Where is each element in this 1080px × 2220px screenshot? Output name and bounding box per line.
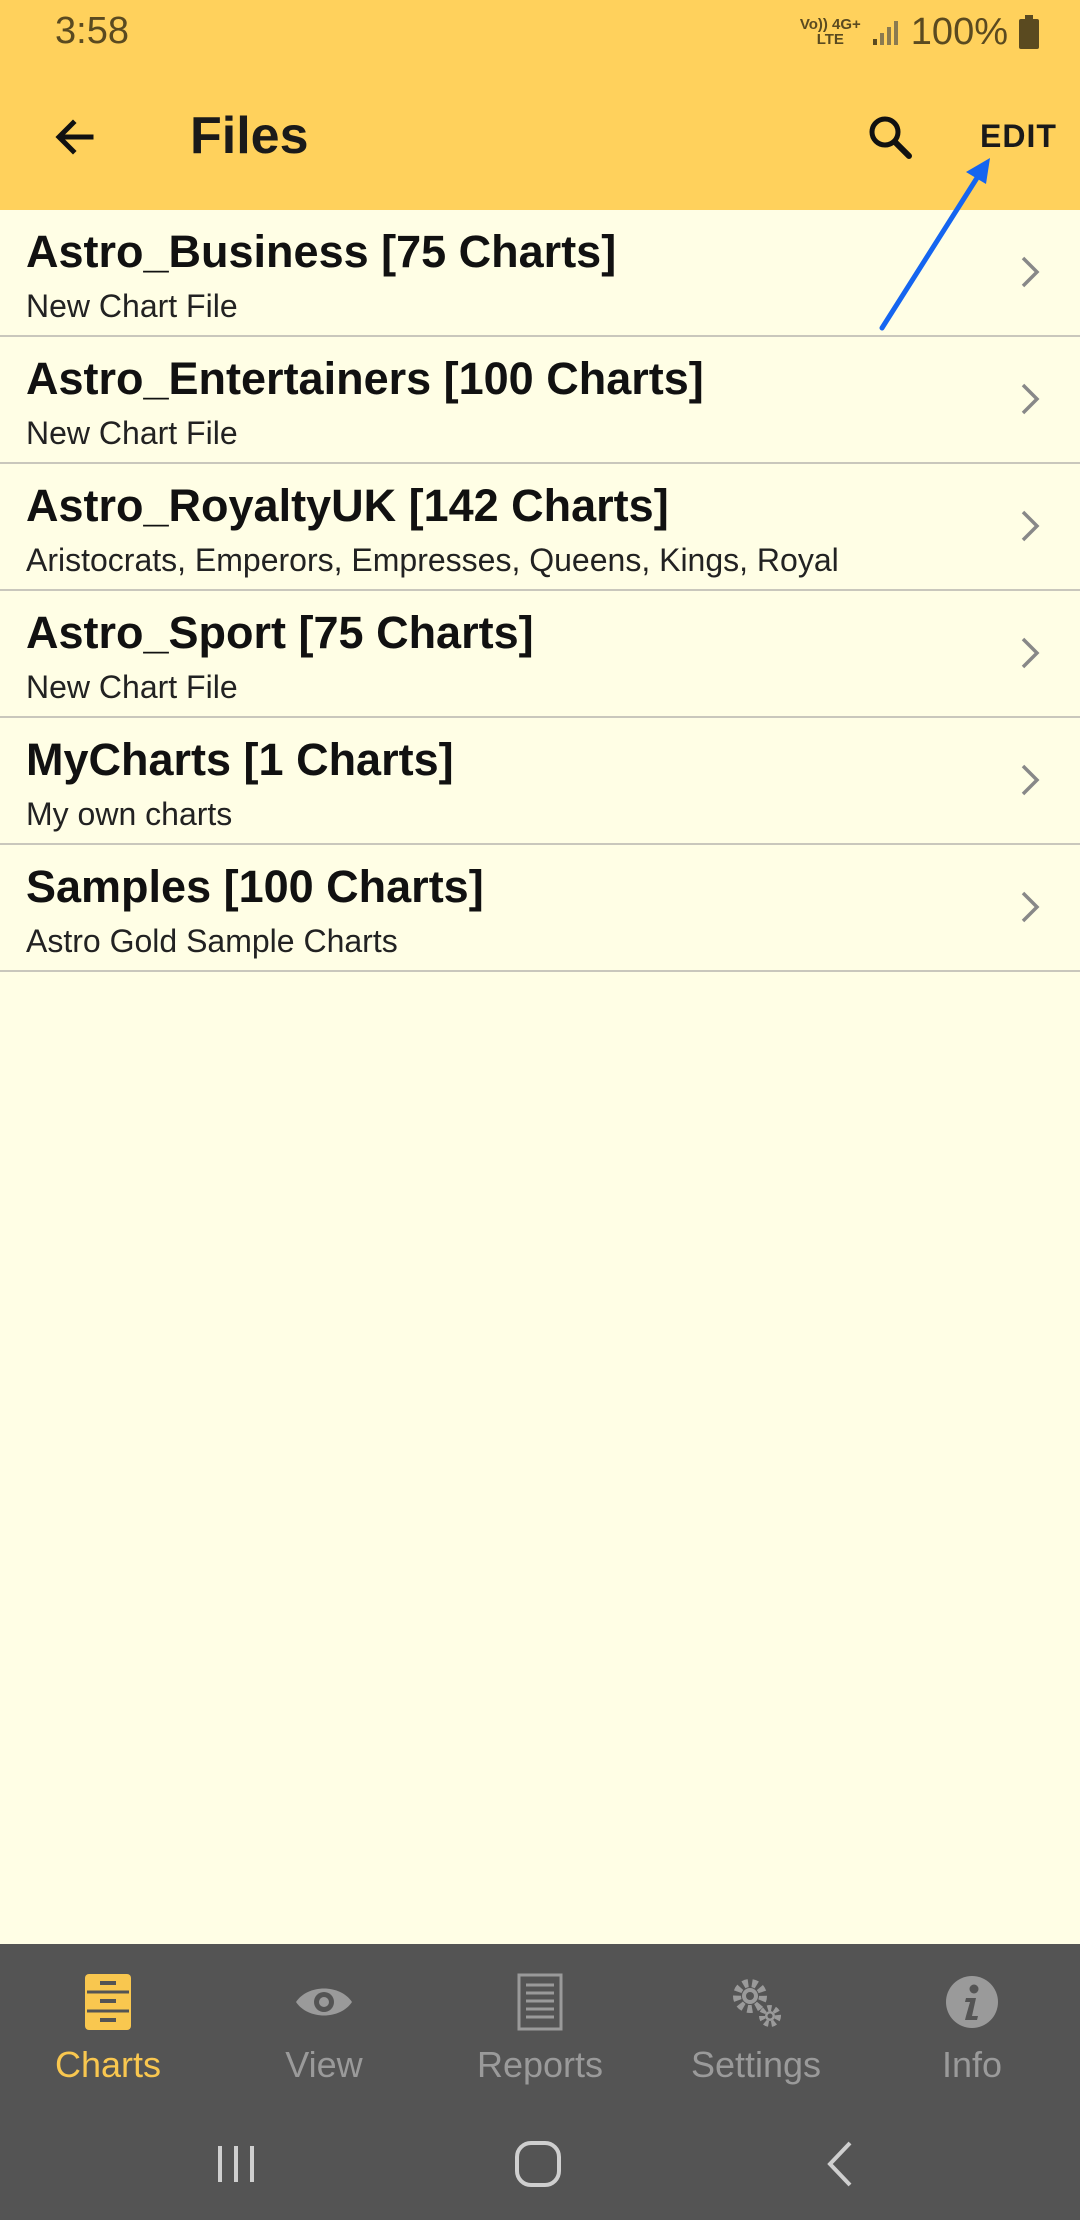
tab-reports[interactable]: Reports <box>432 1944 648 2106</box>
file-row-astro-sport[interactable]: Astro_Sport [75 Charts] New Chart File <box>0 591 1080 718</box>
signal-icon <box>872 21 898 45</box>
chevron-right-icon <box>1021 510 1040 542</box>
chevron-right-icon <box>1021 256 1040 288</box>
file-title: Astro_RoyaltyUK [142 Charts] <box>26 480 669 531</box>
status-indicators: Vo)) 4G+ LTE 100% <box>800 8 1040 56</box>
tab-label: Charts <box>54 2044 162 2085</box>
file-subtitle: New Chart File <box>26 669 238 705</box>
info-icon <box>946 1976 998 2028</box>
file-cabinet-icon <box>85 1974 131 2030</box>
status-bar: 3:58 Vo)) 4G+ LTE 100% <box>0 0 1080 64</box>
back-nav-button[interactable] <box>800 2134 880 2194</box>
file-title: Astro_Entertainers [100 Charts] <box>26 353 704 404</box>
tab-view[interactable]: View <box>216 1944 432 2106</box>
back-chevron-icon <box>827 2141 852 2187</box>
tab-label: Reports <box>476 2044 604 2085</box>
annotation-arrow <box>879 158 990 331</box>
file-title: Astro_Sport [75 Charts] <box>26 607 534 658</box>
eye-icon <box>296 1988 352 2016</box>
network-indicator: Vo)) 4G+ LTE <box>799 16 861 48</box>
battery-icon <box>1019 15 1039 49</box>
file-title: Samples [100 Charts] <box>26 861 484 912</box>
battery-percentage: 100% <box>910 10 1008 53</box>
home-icon <box>515 2141 561 2187</box>
system-navigation-bar <box>0 2106 1080 2220</box>
file-row-astro-royaltyuk[interactable]: Astro_RoyaltyUK [142 Charts] Aristocrats… <box>0 464 1080 591</box>
file-subtitle: Aristocrats, Emperors, Empresses, Queens… <box>26 542 839 578</box>
tab-settings[interactable]: Settings <box>648 1944 864 2106</box>
tab-label: Settings <box>690 2044 822 2085</box>
file-title: Astro_Business [75 Charts] <box>26 226 617 277</box>
recent-apps-icon <box>218 2146 254 2182</box>
page-title: Files <box>190 107 309 165</box>
tab-charts[interactable]: Charts <box>0 1944 216 2106</box>
file-row-samples[interactable]: Samples [100 Charts] Astro Gold Sample C… <box>0 845 1080 972</box>
file-subtitle: My own charts <box>26 796 233 832</box>
status-time: 3:58 <box>55 10 129 52</box>
arrow-left-icon <box>55 119 94 155</box>
tab-info[interactable]: Info <box>864 1944 1080 2106</box>
tab-label: View <box>285 2044 363 2085</box>
home-button[interactable] <box>498 2134 578 2194</box>
chevron-right-icon <box>1021 637 1040 669</box>
chevron-right-icon <box>1021 383 1040 415</box>
document-icon <box>517 1973 563 2031</box>
file-subtitle: New Chart File <box>26 415 238 451</box>
chevron-right-icon <box>1021 891 1040 923</box>
recent-apps-button[interactable] <box>196 2134 276 2194</box>
file-subtitle: Astro Gold Sample Charts <box>26 923 398 959</box>
gears-icon <box>733 1979 781 2027</box>
file-title: MyCharts [1 Charts] <box>26 734 454 785</box>
file-row-mycharts[interactable]: MyCharts [1 Charts] My own charts <box>0 718 1080 845</box>
tab-label: Info <box>941 2044 1003 2085</box>
chevron-right-icon <box>1021 764 1040 796</box>
bottom-navigation: Charts View Reports Settings Info <box>0 1944 1080 2106</box>
file-subtitle: New Chart File <box>26 288 238 324</box>
file-row-astro-entertainers[interactable]: Astro_Entertainers [100 Charts] New Char… <box>0 337 1080 464</box>
back-button[interactable] <box>40 102 110 172</box>
